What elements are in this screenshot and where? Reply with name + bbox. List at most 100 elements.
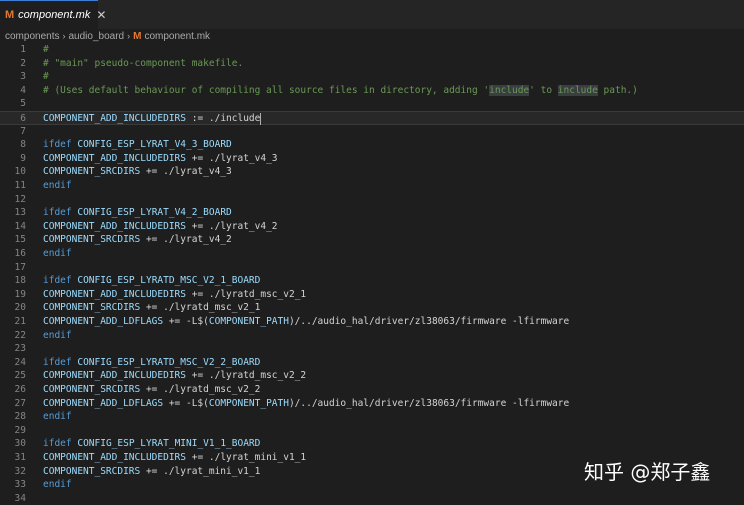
code-token: += ./lyrat_v4_3: [140, 166, 232, 178]
line-number: 26: [14, 384, 26, 395]
code-line[interactable]: 5: [0, 97, 744, 111]
code-line[interactable]: 17: [0, 261, 744, 275]
code-line[interactable]: 20 COMPONENT_SRCDIRS += ./lyratd_msc_v2_1: [0, 301, 744, 315]
text-cursor: [260, 112, 262, 125]
code-token: += -L$(: [163, 316, 209, 327]
code-token: COMPONENT_SRCDIRS: [43, 302, 141, 314]
code-line[interactable]: 30 ifdef CONFIG_ESP_LYRAT_MINI_V1_1_BOARD: [0, 437, 744, 451]
code-line[interactable]: 1 #: [0, 43, 744, 57]
code-line[interactable]: 4 # (Uses default behaviour of compiling …: [0, 84, 744, 98]
code-editor[interactable]: 1 #2 # "main" pseudo-component makefile. 3 #…: [0, 43, 744, 504]
line-code: COMPONENT_ADD_INCLUDEDIRS += ./lyrat_v4_…: [43, 220, 278, 234]
code-line[interactable]: 13 ifdef CONFIG_ESP_LYRAT_V4_2_BOARD: [0, 206, 744, 220]
line-code: #: [43, 43, 49, 57]
code-token: += -L$(: [163, 397, 209, 409]
line-code: COMPONENT_SRCDIRS += ./lyratd_msc_v2_1: [43, 301, 260, 315]
line-number: 22: [14, 329, 26, 341]
code-token: COMPONENT_ADD_INCLUDEDIRS: [43, 113, 186, 124]
line-number: 18: [14, 275, 26, 287]
line-code: COMPONENT_ADD_LDFLAGS += -L$(COMPONENT_P…: [43, 397, 569, 411]
code-token: COMPONENT_ADD_LDFLAGS: [43, 316, 164, 327]
line-code: COMPONENT_ADD_INCLUDEDIRS += ./lyratd_ms…: [43, 288, 306, 302]
code-token: COMPONENT_ADD_LDFLAGS: [43, 397, 164, 409]
code-line[interactable]: 24 ifdef CONFIG_ESP_LYRATD_MSC_V2_2_BOARD: [0, 356, 744, 370]
breadcrumb-audio-board[interactable]: audio_board: [68, 31, 124, 42]
code-token: += ./lyratd_msc_v2_1: [140, 302, 261, 314]
line-code: ifdef CONFIG_ESP_LYRATD_MSC_V2_1_BOARD: [43, 274, 260, 288]
code-token: COMPONENT_ADD_INCLUDEDIRS: [43, 452, 186, 463]
line-number: 6: [20, 113, 26, 124]
code-line[interactable]: 16 endif: [0, 247, 744, 261]
code-token: COMPONENT_ADD_INCLUDEDIRS: [43, 370, 186, 382]
code-line[interactable]: 26 COMPONENT_SRCDIRS += ./lyratd_msc_v2_2: [0, 383, 744, 397]
line-number: 14: [14, 220, 26, 232]
line-number: 7: [20, 125, 26, 137]
code-line[interactable]: 21 COMPONENT_ADD_LDFLAGS += -L$(COMPONENT…: [0, 315, 744, 329]
makefile-icon: M: [133, 30, 142, 42]
code-token: ifdef: [43, 139, 72, 151]
line-code: ifdef CONFIG_ESP_LYRAT_MINI_V1_1_BOARD: [43, 437, 260, 451]
line-number: 5: [20, 98, 26, 110]
code-line[interactable]: 6 COMPONENT_ADD_INCLUDEDIRS := ./include: [0, 111, 744, 125]
code-token: #: [43, 71, 49, 83]
code-token: ifdef: [43, 356, 72, 368]
code-token: endif: [43, 411, 72, 423]
line-code: COMPONENT_SRCDIRS += ./lyratd_msc_v2_2: [43, 383, 260, 397]
code-line[interactable]: 23: [0, 342, 744, 356]
line-number: 11: [14, 180, 26, 191]
code-line[interactable]: 10 COMPONENT_SRCDIRS += ./lyrat_v4_3: [0, 165, 744, 179]
code-token: COMPONENT_PATH: [208, 316, 289, 327]
code-line[interactable]: 12: [0, 193, 744, 207]
line-number: 24: [14, 356, 26, 368]
line-number: 2: [20, 57, 26, 69]
code-token: += ./lyrat_mini_v1_1: [140, 465, 261, 477]
code-token: COMPONENT_SRCDIRS: [43, 234, 141, 246]
code-line[interactable]: 29: [0, 424, 744, 438]
tab-component-mk[interactable]: M component.mk ✕: [0, 0, 106, 29]
line-code: COMPONENT_ADD_INCLUDEDIRS += ./lyrat_v4_…: [43, 152, 278, 166]
code-token: ifdef: [43, 275, 72, 287]
line-code: endif: [43, 478, 72, 492]
code-line[interactable]: 19 COMPONENT_ADD_INCLUDEDIRS += ./lyratd_…: [0, 288, 744, 302]
line-number: 16: [14, 248, 26, 259]
breadcrumb-components[interactable]: components: [5, 31, 59, 42]
code-token: endif: [43, 479, 72, 491]
code-line[interactable]: 18 ifdef CONFIG_ESP_LYRATD_MSC_V2_1_BOARD: [0, 274, 744, 288]
watermark: 知乎 @郑子鑫: [584, 460, 711, 484]
code-token: CONFIG_ESP_LYRATD_MSC_V2_1_BOARD: [77, 275, 261, 287]
line-number: 29: [14, 424, 26, 436]
close-icon[interactable]: ✕: [96, 8, 106, 22]
line-number: 30: [14, 438, 26, 450]
line-code: COMPONENT_ADD_INCLUDEDIRS := ./include: [43, 112, 262, 126]
code-line[interactable]: 14 COMPONENT_ADD_INCLUDEDIRS += ./lyrat_v…: [0, 220, 744, 234]
code-line[interactable]: 27 COMPONENT_ADD_LDFLAGS += -L$(COMPONENT…: [0, 397, 744, 411]
code-line[interactable]: 25 COMPONENT_ADD_INCLUDEDIRS += ./lyratd_…: [0, 369, 744, 383]
code-token: COMPONENT_SRCDIRS: [43, 384, 141, 395]
line-code: #: [43, 70, 49, 84]
code-token: += ./lyratd_msc_v2_2: [186, 370, 307, 382]
line-code: COMPONENT_SRCDIRS += ./lyrat_mini_v1_1: [43, 465, 260, 479]
line-code: ifdef CONFIG_ESP_LYRATD_MSC_V2_2_BOARD: [43, 356, 260, 370]
code-line[interactable]: 34: [0, 492, 744, 505]
breadcrumb-component-mk[interactable]: component.mk: [144, 31, 210, 42]
code-line[interactable]: 22 endif: [0, 329, 744, 343]
code-line[interactable]: 15 COMPONENT_SRCDIRS += ./lyrat_v4_2: [0, 233, 744, 247]
code-token: endif: [43, 248, 72, 259]
code-line[interactable]: 11 endif: [0, 179, 744, 193]
line-code: # (Uses default behaviour of compiling a…: [43, 84, 638, 98]
code-line[interactable]: 7: [0, 125, 744, 139]
code-token: CONFIG_ESP_LYRATD_MSC_V2_2_BOARD: [77, 356, 261, 368]
code-token: COMPONENT_PATH: [208, 397, 289, 409]
code-line[interactable]: 3 #: [0, 70, 744, 84]
code-token: += ./lyrat_v4_2: [140, 234, 232, 246]
code-line[interactable]: 2 # "main" pseudo-component makefile.: [0, 57, 744, 71]
line-code: endif: [43, 410, 72, 424]
line-code: COMPONENT_SRCDIRS += ./lyrat_v4_2: [43, 233, 232, 247]
code-line[interactable]: 8 ifdef CONFIG_ESP_LYRAT_V4_3_BOARD: [0, 138, 744, 152]
line-number: 31: [14, 452, 26, 463]
code-line[interactable]: 28 endif: [0, 410, 744, 424]
chevron-right-icon: ›: [62, 31, 66, 41]
line-code: COMPONENT_SRCDIRS += ./lyrat_v4_3: [43, 165, 232, 179]
code-line[interactable]: 9 COMPONENT_ADD_INCLUDEDIRS += ./lyrat_v4…: [0, 152, 744, 166]
line-code: COMPONENT_ADD_INCLUDEDIRS += ./lyratd_ms…: [43, 369, 306, 383]
